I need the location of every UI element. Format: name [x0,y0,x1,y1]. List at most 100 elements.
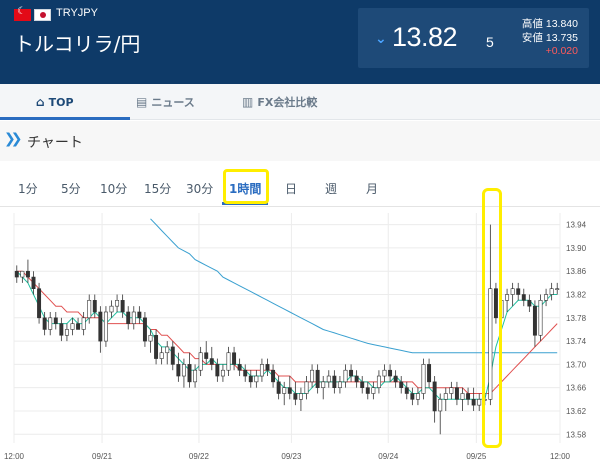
price-panel: ⌄ 13.82 5 高値 13.840 安値 13.735 +0.020 [358,8,589,68]
candlestick-chart: 13.94 13.90 13.86 13.82 13.78 13.74 13.70 13.66… [4,213,587,461]
candle-body [276,381,281,394]
timeframe-10min[interactable]: 10分 [100,180,127,197]
candle-body [232,352,237,365]
low-label: 安値 [521,32,543,44]
candle-body [76,323,81,330]
candle-body [516,288,521,295]
highlight-box-timeframe [223,169,269,204]
x-tick-label: 09/23 [281,452,302,461]
candle-body [204,352,209,359]
candle-body [209,358,214,365]
rate-header: TRYJPY トルコリラ/円 ⌄ 13.82 5 高値13.840 安値13.7… [0,0,600,84]
candle-body [371,387,376,394]
candle-body [48,317,53,330]
candle-body [154,334,159,359]
candle-body [14,270,19,278]
x-tick-label: 09/24 [378,452,399,461]
candle-body [237,364,242,371]
y-axis: 13.94 13.90 13.86 13.82 13.78 13.74 13.70 13.66… [566,221,587,440]
candle-body [388,369,393,377]
candle-body [81,317,86,330]
timeframe-1min[interactable]: 1分 [18,180,38,197]
candle-body [148,334,153,342]
candle-body [466,393,471,400]
timeframe-week[interactable]: 週 [325,180,337,197]
candle-body [31,276,36,289]
timeframe-15min[interactable]: 15分 [144,180,171,197]
candle-body [109,305,114,313]
candle-body [376,375,381,388]
candle-body [53,317,58,324]
candle-body [510,288,515,295]
timeframe-30min[interactable]: 30分 [186,180,213,197]
pair-code: TRYJPY [56,7,98,19]
y-tick-label: 13.66 [566,384,587,393]
candle-body [532,305,537,336]
candle-body [421,364,426,394]
chart-section-header: ❯❯ チャート [0,121,600,161]
timeframe-5min[interactable]: 5分 [61,180,81,197]
tab-top[interactable]: ⌂ TOP [36,84,74,120]
candle-body [282,387,287,394]
candle-body [198,352,203,371]
building-icon: ▥ [242,95,254,109]
timeframe-month[interactable]: 月 [366,180,378,197]
y-tick-label: 13.90 [566,244,587,253]
japan-flag-icon [34,9,51,21]
candle-body [360,381,365,388]
candle-body [321,381,326,388]
candle-body [315,369,320,388]
candle-body [454,387,459,400]
tab-fx-compare[interactable]: ▥ FX会社比較 [242,84,317,120]
y-tick-label: 13.74 [566,337,587,346]
candle-body [332,375,337,388]
candle-body [120,300,125,313]
high-label: 高値 [521,18,543,30]
candle-body [298,393,303,400]
candle-body [410,393,415,400]
timeframe-day[interactable]: 日 [285,180,297,197]
candle-body [544,294,549,301]
candle-body [187,364,192,383]
candle-body [354,375,359,383]
candle-body [70,323,75,330]
candle-body [443,393,448,400]
candle-body [176,364,181,377]
candle-body [142,317,147,342]
candle-body [115,300,120,307]
candle-body [170,346,175,365]
candle-body [98,311,103,342]
y-tick-label: 13.82 [566,291,587,300]
active-tab-indicator [0,117,130,120]
candle-body [555,288,560,290]
x-axis: 12:00 09/21 09/22 09/23 09/24 09/25 12:00 [4,452,571,461]
change-value: +0.020 [545,45,578,57]
tab-news[interactable]: ▤ ニュース [136,84,195,120]
x-tick-label: 09/25 [466,452,487,461]
candle-body [59,323,64,336]
timeframe-selector: 1分 5分 10分 15分 30分 1時間 日 週 月 [0,161,600,207]
candle-body [349,369,354,377]
candle-body [427,364,432,383]
main-tabs: ⌂ TOP ▤ ニュース ▥ FX会社比較 [0,84,600,120]
tab-label: FX会社比較 [257,96,318,109]
candle-body [326,375,331,383]
candle-body [438,399,443,412]
low-value: 13.735 [545,32,578,44]
candle-body [271,369,276,383]
candle-body [126,311,131,324]
candle-body [25,270,30,278]
x-tick-label: 09/21 [92,452,113,461]
candle-body [337,381,342,388]
candle-body [527,300,532,307]
candle-body [159,352,164,359]
candle-body [449,387,454,394]
candle-body [92,300,97,313]
candle-body [20,270,25,278]
turkey-flag-icon [14,6,31,21]
current-price: 13.82 [392,22,458,52]
candle-body [181,364,186,377]
y-tick-label: 13.62 [566,407,587,416]
home-icon: ⌂ [36,95,45,109]
candle-body [64,329,69,336]
